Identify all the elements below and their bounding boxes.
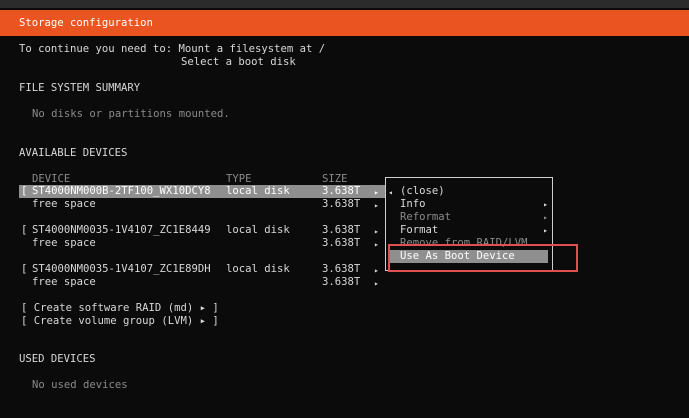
- device-row-2-free-arrow-icon[interactable]: ▸: [374, 238, 379, 251]
- device-row-1-type: local disk: [226, 185, 290, 197]
- device-row-3-name[interactable]: ST4000NM0035-1V4107_ZC1E89DH: [32, 263, 211, 276]
- device-row-2-arrow-icon[interactable]: ▸: [374, 225, 379, 238]
- fs-summary-heading: FILE SYSTEM SUMMARY: [19, 82, 141, 94]
- device-row-2-name[interactable]: ST4000NM0035-1V4107_ZC1E8449: [32, 224, 211, 237]
- title-bar: Storage configuration: [0, 10, 689, 36]
- device-row-1-free-label[interactable]: free space: [32, 198, 96, 211]
- device-row-2-size: 3.638T: [322, 224, 361, 236]
- instruction-line-2: Select a boot disk: [181, 56, 296, 68]
- device-row-3-type: local disk: [226, 263, 290, 275]
- device-row-1-size: 3.638T: [322, 185, 361, 197]
- chevron-right-icon: ▸: [543, 213, 548, 222]
- top-frame-strip: [0, 0, 689, 8]
- device-row-1-name: ST4000NM000B-2TF100_WX10DCY8: [32, 185, 211, 197]
- used-devices-empty: No used devices: [32, 379, 128, 391]
- menu-item-info[interactable]: Info ▸: [386, 198, 552, 211]
- device-row-2-free-size: 3.638T: [322, 237, 361, 249]
- device-row-2-free-label[interactable]: free space: [32, 237, 96, 250]
- menu-item-reformat: Reformat ▸: [400, 211, 548, 223]
- chevron-right-icon: ▸: [543, 200, 548, 209]
- device-row-3-size: 3.638T: [322, 263, 361, 275]
- menu-item-format[interactable]: Format ▸: [386, 224, 552, 237]
- menu-item-close[interactable]: ◂ (close): [386, 185, 552, 198]
- create-software-raid-button[interactable]: [ Create software RAID (md) ▸ ]: [21, 302, 219, 315]
- page-title: Storage configuration: [19, 17, 153, 29]
- chevron-right-icon: ▸: [543, 226, 548, 235]
- highlight-annotation-box: [388, 244, 578, 272]
- used-devices-heading: USED DEVICES: [19, 353, 96, 365]
- create-volume-group-button[interactable]: [ Create volume group (LVM) ▸ ]: [21, 315, 219, 328]
- device-row-3-arrow-icon[interactable]: ▸: [374, 264, 379, 277]
- device-row-1-bracket: [: [21, 185, 28, 197]
- device-row-1-free-size: 3.638T: [322, 198, 361, 210]
- instruction-line-1: To continue you need to: Mount a filesys…: [19, 43, 326, 55]
- device-row-1-arrow-icon[interactable]: ▸: [374, 186, 379, 199]
- device-row-2-bracket: [: [21, 224, 28, 236]
- device-row-3-bracket: [: [21, 263, 28, 275]
- device-row-3-free-size: 3.638T: [322, 276, 361, 288]
- device-row-1-free-arrow-icon[interactable]: ▸: [374, 199, 379, 212]
- available-devices-heading: AVAILABLE DEVICES: [19, 147, 128, 159]
- device-row-3-free-arrow-icon[interactable]: ▸: [374, 277, 379, 290]
- device-row-2-type: local disk: [226, 224, 290, 236]
- device-row-3-free-label[interactable]: free space: [32, 276, 96, 289]
- fs-summary-empty: No disks or partitions mounted.: [32, 108, 230, 120]
